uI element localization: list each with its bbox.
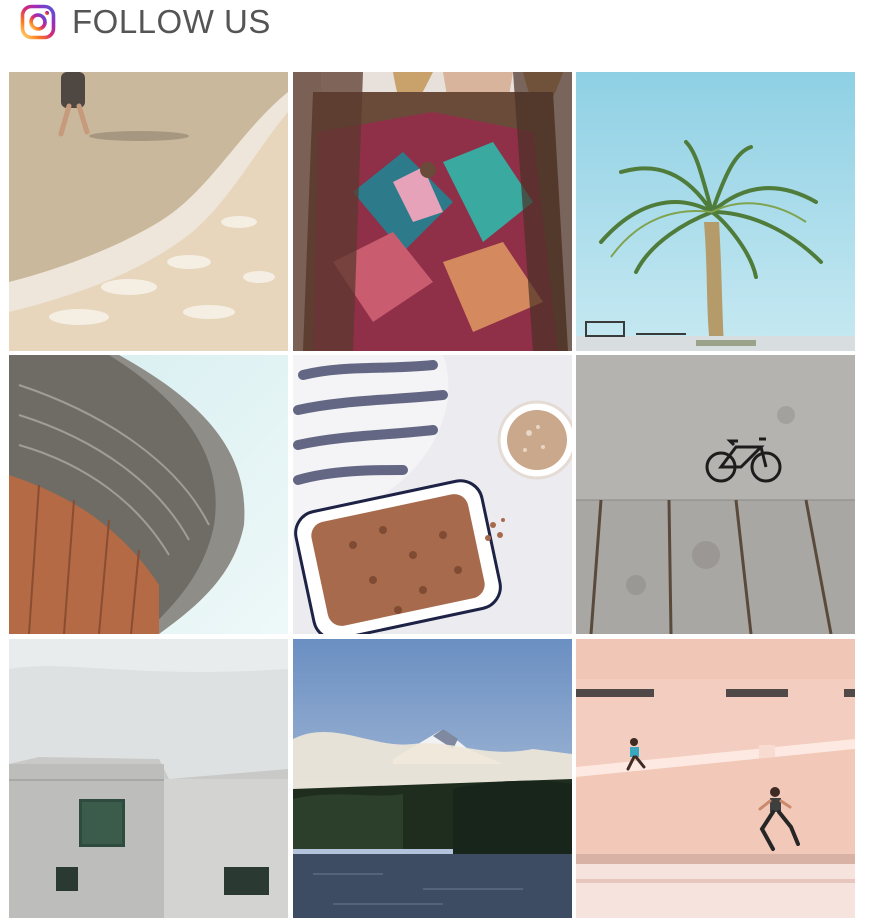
follow-us-title: FOLLOW US <box>72 3 271 40</box>
runners-photo-tile[interactable] <box>576 639 855 918</box>
bicycle-photo-tile[interactable] <box>576 355 855 634</box>
bicycle-photo <box>576 355 855 634</box>
poncho-photo <box>293 72 572 351</box>
mountain-lake-photo <box>293 639 572 918</box>
architecture-photo-tile[interactable] <box>9 355 288 634</box>
granola-photo-tile[interactable] <box>293 355 572 634</box>
beach-photo-tile[interactable] <box>9 72 288 351</box>
building-photo <box>9 639 288 918</box>
follow-us-header: FOLLOW US <box>20 3 271 41</box>
palm-tree-photo-tile[interactable] <box>576 72 855 351</box>
poncho-photo-tile[interactable] <box>293 72 572 351</box>
runners-photo <box>576 639 855 918</box>
architecture-photo <box>9 355 288 634</box>
granola-photo <box>293 355 572 634</box>
palm-tree-photo <box>576 72 855 351</box>
beach-photo <box>9 72 288 351</box>
instagram-icon[interactable] <box>20 4 56 40</box>
mountain-lake-photo-tile[interactable] <box>293 639 572 918</box>
building-photo-tile[interactable] <box>9 639 288 918</box>
instagram-photo-grid <box>9 72 855 918</box>
